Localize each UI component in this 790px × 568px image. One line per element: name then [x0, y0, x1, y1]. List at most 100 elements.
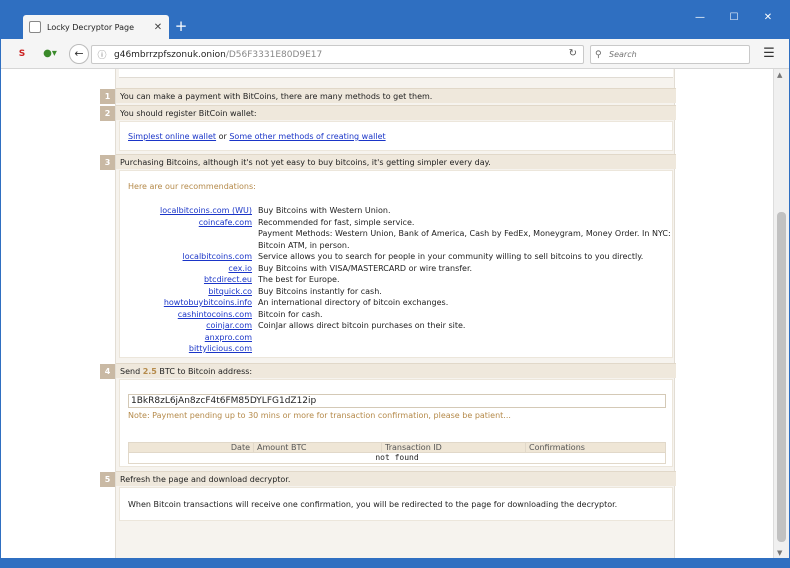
- exchange-description: Bitcoin ATM, in person.: [258, 240, 350, 250]
- scroll-up-icon[interactable]: ▲: [777, 71, 782, 79]
- recommendation-row: localbitcoins.com (WU) Buy Bitcoins with …: [120, 205, 674, 216]
- col-date: Date: [129, 443, 254, 452]
- recommendation-row: Payment Methods: Western Union, Bank of …: [120, 228, 674, 239]
- simplest-wallet-link[interactable]: Simplest online wallet: [128, 132, 216, 141]
- tab-title: Locky Decryptor Page: [47, 22, 135, 32]
- page-icon: [29, 21, 41, 33]
- exchange-description: An international directory of bitcoin ex…: [258, 298, 449, 307]
- exchange-description: Payment Methods: Western Union, Bank of …: [258, 229, 671, 238]
- step-text: Send 2.5 BTC to Bitcoin address:: [120, 366, 253, 376]
- table-empty-row: not found: [128, 453, 666, 464]
- redirect-box: When Bitcoin transactions will receive o…: [119, 487, 673, 521]
- recommendation-row: coincafe.com Recommended for fast, simple…: [120, 217, 674, 228]
- recommendation-row: bittylicious.com: [120, 343, 674, 354]
- tor-s-icon[interactable]: S: [15, 46, 29, 62]
- step-5: 5 Refresh the page and download decrypto…: [100, 471, 676, 487]
- col-txid: Transaction ID: [382, 443, 526, 452]
- minimize-button[interactable]: —: [685, 11, 715, 25]
- bitcoin-address[interactable]: 1BkR8zL6jAn8zcF4t6FM85DYLFG1dZ12ip: [128, 394, 666, 408]
- recommendation-row: localbitcoins.com Service allows you to s…: [120, 251, 674, 262]
- exchange-link[interactable]: localbitcoins.com (WU): [160, 205, 252, 216]
- redirect-text: When Bitcoin transactions will receive o…: [128, 500, 618, 509]
- exchange-link[interactable]: btcdirect.eu: [204, 274, 252, 285]
- exchange-description: Service allows you to search for people …: [258, 252, 644, 261]
- top-box: [119, 69, 673, 78]
- exchange-link[interactable]: coincafe.com: [199, 217, 252, 228]
- wallet-box: Simplest online wallet or Some other met…: [119, 121, 673, 151]
- menu-icon[interactable]: ☰: [759, 46, 779, 62]
- step-text: Refresh the page and download decryptor.: [120, 474, 291, 484]
- or-text: or: [216, 132, 230, 141]
- recommendations-title: Here are our recommendations:: [128, 182, 256, 191]
- transactions-table: Date Amount BTC Transaction ID Confirmat…: [128, 442, 666, 464]
- recommendation-row: cashintocoins.com Bitcoin for cash.: [120, 309, 674, 320]
- tab-locky-decryptor[interactable]: Locky Decryptor Page ✕: [23, 15, 169, 39]
- scroll-thumb[interactable]: [777, 212, 786, 542]
- browser-window: Locky Decryptor Page ✕ + — ☐ ✕ S ●▾ ← ⓘ …: [0, 0, 790, 568]
- exchange-link[interactable]: coinjar.com: [206, 320, 252, 331]
- exchange-description: Bitcoin for cash.: [258, 309, 323, 319]
- step-1: 1 You can make a payment with BitCoins, …: [100, 88, 676, 104]
- tab-strip: Locky Decryptor Page ✕ + — ☐ ✕: [1, 1, 789, 39]
- payment-note: Note: Payment pending up to 30 mins or m…: [128, 411, 511, 420]
- window-bottom-border: [0, 558, 790, 568]
- scroll-down-icon[interactable]: ▼: [777, 549, 782, 557]
- nav-bar: S ●▾ ← ⓘ g46mbrrzpfszonuk.onion/D56F3331…: [1, 39, 789, 69]
- recommendation-row: btcdirect.eu The best for Europe.: [120, 274, 674, 285]
- exchange-link[interactable]: anxpro.com: [205, 332, 252, 343]
- back-button[interactable]: ←: [69, 44, 89, 64]
- step-2: 2 You should register BitCoin wallet:: [100, 105, 676, 121]
- recommendations-box: Here are our recommendations: localbitco…: [119, 170, 673, 358]
- exchange-link[interactable]: bitquick.co: [208, 286, 252, 297]
- step-text: You can make a payment with BitCoins, th…: [120, 91, 433, 101]
- info-icon[interactable]: ⓘ: [94, 48, 110, 61]
- search-bar[interactable]: ⚲: [590, 45, 750, 64]
- table-header: Date Amount BTC Transaction ID Confirmat…: [128, 442, 666, 453]
- payment-box: 1BkR8zL6jAn8zcF4t6FM85DYLFG1dZ12ip Note:…: [119, 379, 673, 467]
- exchange-description: CoinJar allows direct bitcoin purchases …: [258, 321, 466, 330]
- url-bar[interactable]: ⓘ g46mbrrzpfszonuk.onion/D56F3331E80D9E1…: [91, 45, 584, 64]
- recommendation-row: anxpro.com: [120, 332, 674, 343]
- exchange-description: Buy Bitcoins with VISA/MASTERCARD or wir…: [258, 263, 473, 273]
- col-amount: Amount BTC: [254, 443, 382, 452]
- search-input[interactable]: [609, 50, 739, 59]
- step-number: 1: [100, 89, 115, 104]
- maximize-button[interactable]: ☐: [719, 11, 749, 25]
- btc-amount: 2.5: [142, 366, 157, 376]
- col-confirmations: Confirmations: [529, 443, 585, 452]
- step-4: 4 Send 2.5 BTC to Bitcoin address:: [100, 363, 676, 379]
- exchange-link[interactable]: bittylicious.com: [189, 343, 252, 354]
- new-tab-button[interactable]: +: [173, 18, 189, 34]
- exchange-description: Buy Bitcoins with Western Union.: [258, 206, 391, 215]
- recommendation-row: howtobuybitcoins.info An international di…: [120, 297, 674, 308]
- exchange-link[interactable]: cashintocoins.com: [178, 309, 252, 320]
- recommendation-row: cex.io Buy Bitcoins with VISA/MASTERCARD …: [120, 263, 674, 274]
- step-text: Purchasing Bitcoins, although it's not y…: [120, 157, 491, 167]
- page-viewport: 1 You can make a payment with BitCoins, …: [1, 69, 773, 559]
- url-host: g46mbrrzpfszonuk.onion: [114, 49, 226, 60]
- exchange-description: Buy Bitcoins instantly for cash.: [258, 286, 382, 296]
- recommendation-row: Bitcoin ATM, in person.: [120, 240, 674, 251]
- exchange-link[interactable]: howtobuybitcoins.info: [164, 297, 252, 308]
- onion-icon[interactable]: ●▾: [39, 46, 61, 62]
- close-window-button[interactable]: ✕: [753, 11, 783, 25]
- search-icon: ⚲: [595, 49, 602, 60]
- step-number: 4: [100, 364, 115, 379]
- other-wallet-methods-link[interactable]: Some other methods of creating wallet: [229, 132, 385, 141]
- exchange-link[interactable]: localbitcoins.com: [183, 251, 252, 262]
- step-number: 5: [100, 472, 115, 487]
- recommendation-row: bitquick.co Buy Bitcoins instantly for ca…: [120, 286, 674, 297]
- vertical-scrollbar[interactable]: ▲ ▼: [773, 69, 789, 559]
- recommendation-row: coinjar.com CoinJar allows direct bitcoin…: [120, 320, 674, 331]
- exchange-description: Recommended for fast, simple service.: [258, 217, 415, 227]
- step-text: You should register BitCoin wallet:: [120, 108, 257, 118]
- decryptor-page: 1 You can make a payment with BitCoins, …: [100, 69, 676, 559]
- exchange-description: The best for Europe.: [258, 275, 340, 284]
- exchange-link[interactable]: cex.io: [228, 263, 252, 274]
- tab-close-icon[interactable]: ✕: [151, 22, 165, 33]
- step-number: 2: [100, 106, 115, 121]
- step-number: 3: [100, 155, 115, 170]
- url-path: /D56F3331E80D9E17: [225, 49, 323, 60]
- reload-icon[interactable]: ↻: [569, 48, 577, 59]
- step-3: 3 Purchasing Bitcoins, although it's not…: [100, 154, 676, 170]
